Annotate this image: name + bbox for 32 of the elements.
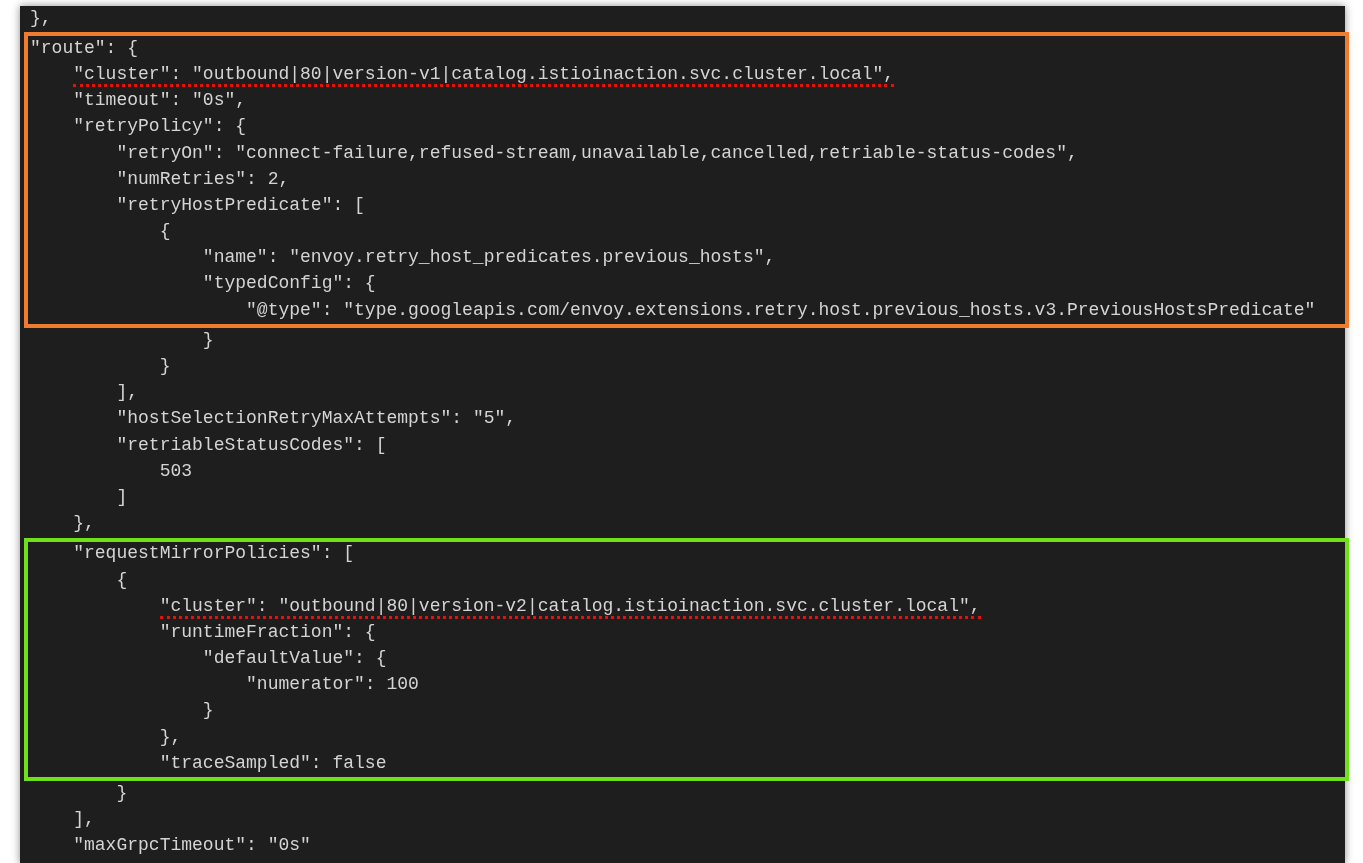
code-line: } [159, 356, 171, 379]
code-line: "retryOn": "connect-failure,refused-stream,unavailable,cancelled,retriable-status-codes", [116, 142, 1078, 165]
code-line: "numerator": 100 [246, 674, 419, 697]
code-line: "runtimeFraction": { [159, 621, 376, 644]
code-line: ], [73, 809, 95, 832]
code-line: "maxGrpcTimeout": "0s" [73, 835, 311, 858]
code-line: } [116, 783, 128, 806]
code-line: "numRetries": 2, [116, 168, 290, 191]
code-line: "@type": "type.googleapis.com/envoy.extensions.retry.host.previous_hosts.v3.PreviousHostsPredicate" [246, 299, 1316, 322]
code-line: { [159, 221, 171, 244]
code-line: "retriableStatusCodes": [ [116, 434, 387, 457]
code-line: "route": { [30, 37, 139, 60]
code-line: } [202, 700, 214, 723]
code-line: } [202, 329, 214, 352]
code-line: "retryHostPredicate": [ [116, 194, 365, 217]
code-line: "name": "envoy.retry_host_predicates.previous_hosts", [202, 247, 776, 270]
code-line: }, [159, 726, 182, 749]
code-line: }, [73, 513, 95, 536]
code-line: "retryPolicy": { [73, 116, 247, 139]
code-line: { [116, 569, 128, 592]
code-line: "requestMirrorPolicies": [ [73, 543, 355, 566]
code-line: "timeout": "0s", [73, 90, 247, 113]
code-line: ] [116, 486, 128, 509]
code-line: "traceSampled": false [159, 752, 387, 775]
code-line: "cluster": "outbound|80|version-v2|catalog.istioinaction.svc.cluster.local", [159, 595, 981, 619]
code-line: "hostSelectionRetryMaxAttempts": "5", [116, 408, 517, 431]
code-line: 503 [159, 460, 193, 483]
code-line: "cluster": "outbound|80|version-v1|catalog.istioinaction.svc.cluster.local", [73, 63, 895, 87]
code-line: ], [116, 382, 139, 405]
code-line: "defaultValue": { [202, 648, 387, 671]
code-line: "typedConfig": { [202, 273, 376, 296]
code-line: }, [30, 7, 52, 30]
